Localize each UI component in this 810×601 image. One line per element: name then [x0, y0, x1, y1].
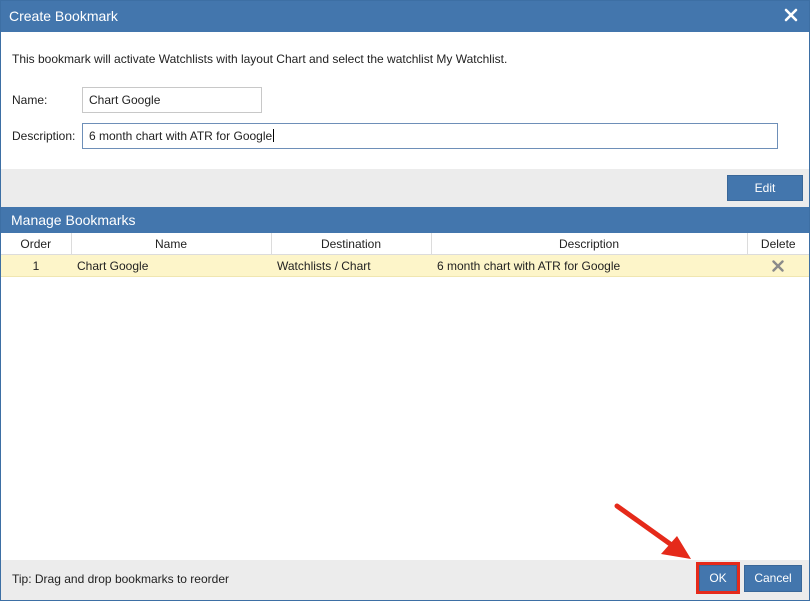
- table-header-row: Order Name Destination Description Delet…: [1, 233, 809, 255]
- dialog-footer: Tip: Drag and drop bookmarks to reorder …: [1, 560, 809, 600]
- row-description: 6 month chart with ATR for Google: [431, 254, 747, 277]
- description-input[interactable]: 6 month chart with ATR for Google: [82, 123, 778, 149]
- column-header-delete: Delete: [747, 233, 809, 255]
- name-label: Name:: [12, 93, 48, 107]
- tip-text: Tip: Drag and drop bookmarks to reorder: [12, 572, 229, 586]
- name-input[interactable]: Chart Google: [82, 87, 262, 113]
- create-bookmark-dialog: Create Bookmark This bookmark will activ…: [0, 0, 810, 601]
- manage-bookmarks-title: Manage Bookmarks: [11, 212, 136, 228]
- bookmarks-table: Order Name Destination Description Delet…: [1, 233, 809, 277]
- table-row[interactable]: 1 Chart Google Watchlists / Chart 6 mont…: [1, 254, 809, 277]
- text-caret: [273, 129, 275, 142]
- column-header-name[interactable]: Name: [71, 233, 272, 255]
- dialog-title: Create Bookmark: [9, 8, 118, 24]
- row-delete-cell: [747, 254, 809, 277]
- bookmark-form: This bookmark will activate Watchlists w…: [1, 32, 809, 169]
- dialog-titlebar: Create Bookmark: [1, 1, 809, 32]
- manage-bookmarks-header: Manage Bookmarks: [1, 207, 809, 233]
- description-value: 6 month chart with ATR for Google: [89, 129, 273, 143]
- row-destination: Watchlists / Chart: [271, 254, 431, 277]
- pointer-arrow-icon: [614, 503, 691, 559]
- edit-bar: Edit: [1, 169, 809, 207]
- description-label: Description:: [12, 129, 76, 143]
- info-text: This bookmark will activate Watchlists w…: [12, 52, 508, 66]
- delete-x-icon[interactable]: [772, 260, 784, 273]
- ok-button-highlight: [696, 562, 740, 594]
- close-icon[interactable]: [783, 7, 799, 23]
- edit-button[interactable]: Edit: [727, 175, 803, 201]
- column-header-order[interactable]: Order: [1, 233, 72, 255]
- row-order: 1: [1, 254, 71, 277]
- cancel-button[interactable]: Cancel: [744, 565, 802, 592]
- column-header-description[interactable]: Description: [431, 233, 748, 255]
- row-name: Chart Google: [71, 254, 271, 277]
- column-header-destination[interactable]: Destination: [271, 233, 432, 255]
